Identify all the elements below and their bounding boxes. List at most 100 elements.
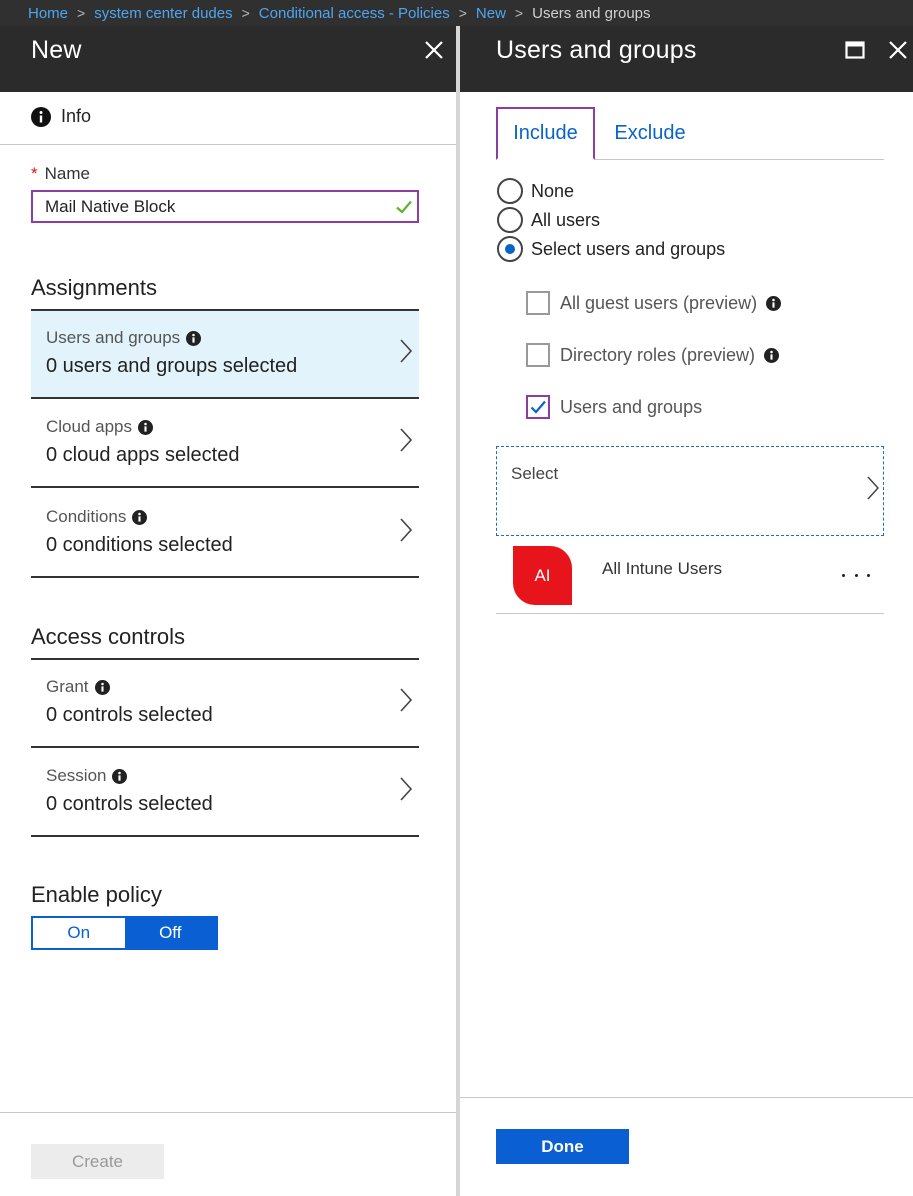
checkbox-users-and-groups[interactable]: Users and groups [526, 395, 702, 419]
avatar: AI [513, 546, 572, 605]
info-icon[interactable] [766, 295, 782, 311]
breadcrumb: Home > system center dudes > Conditional… [0, 0, 913, 26]
info-icon[interactable] [132, 509, 148, 525]
nav-item-value: 0 cloud apps selected [46, 444, 240, 466]
assignments-heading: Assignments [31, 275, 157, 300]
close-icon [889, 41, 907, 59]
nav-item-value: 0 conditions selected [46, 534, 233, 556]
create-button[interactable]: Create [31, 1144, 164, 1179]
checkbox[interactable] [526, 343, 550, 367]
nav-item-label: Users and groups [46, 328, 181, 347]
right-blade-title: Users and groups [496, 36, 697, 64]
radio-label: All users [531, 209, 601, 230]
info-icon[interactable] [764, 347, 780, 363]
maximize-icon [845, 41, 865, 59]
nav-item-title: Grant [46, 677, 110, 697]
member-name: All Intune Users [602, 559, 722, 578]
left-blade-header: New [0, 26, 456, 92]
nav-item-title: Cloud apps [46, 417, 154, 437]
more-dot [842, 573, 845, 577]
nav-item-value: 0 controls selected [46, 793, 213, 815]
checkbox[interactable] [526, 291, 550, 315]
session-item[interactable]: Session 0 controls selected [31, 749, 419, 837]
close-button[interactable] [420, 36, 448, 64]
radio-all-users[interactable]: All users [497, 207, 600, 233]
toggle-off-option[interactable]: Off [124, 918, 216, 948]
nav-item-value: 0 users and groups selected [46, 355, 298, 377]
nav-item-title: Session [46, 766, 128, 786]
footer-divider [0, 1112, 456, 1113]
select-label: Select [511, 464, 559, 483]
chevron-right-icon [400, 339, 413, 363]
enable-policy-heading: Enable policy [31, 882, 162, 907]
maximize-button[interactable] [841, 36, 869, 64]
checkbox-label: Directory roles (preview) [560, 344, 756, 365]
chevron-right-icon [400, 777, 413, 801]
more-dot [867, 573, 870, 577]
radio-button[interactable] [497, 207, 523, 233]
access-controls-heading: Access controls [31, 624, 186, 649]
info-icon[interactable] [186, 330, 202, 346]
nav-item-label: Grant [46, 677, 89, 696]
breadcrumb-current: Users and groups [532, 4, 651, 22]
info-label: Info [61, 106, 92, 126]
breadcrumb-separator-icon: > [241, 5, 250, 21]
breadcrumb-policies[interactable]: Conditional access - Policies [259, 5, 450, 22]
info-icon[interactable] [138, 419, 154, 435]
item-divider [31, 835, 419, 837]
radio-label: None [531, 180, 575, 201]
breadcrumb-separator-icon: > [77, 5, 86, 21]
info-icon[interactable] [94, 679, 110, 695]
info-icon [31, 106, 51, 127]
users-and-groups-item[interactable]: Users and groups 0 users and groups sele… [31, 311, 419, 399]
radio-button[interactable] [497, 178, 523, 204]
item-divider [31, 576, 419, 578]
breadcrumb-new[interactable]: New [476, 5, 506, 22]
info-link[interactable]: Info [31, 106, 91, 127]
divider [0, 144, 456, 145]
selected-member-row[interactable]: AI All Intune Users [496, 538, 884, 614]
nav-item-title: Conditions [46, 507, 148, 527]
more-dot [854, 573, 858, 577]
checkmark-icon [530, 400, 546, 414]
nav-item-label: Conditions [46, 507, 127, 526]
item-divider [31, 746, 419, 748]
checkbox-label: Users and groups [560, 396, 703, 417]
name-label-text: Name [44, 164, 90, 183]
nav-item-title: Users and groups [46, 328, 202, 348]
blade-divider [456, 26, 460, 1196]
chevron-right-icon [400, 428, 413, 452]
checkbox-all-guest-users[interactable]: All guest users (preview) [526, 291, 782, 315]
radio-label: Select users and groups [531, 238, 726, 259]
nav-item-value: 0 controls selected [46, 704, 213, 726]
chevron-right-icon [867, 476, 879, 500]
name-input[interactable] [31, 190, 419, 223]
name-field-label: * Name [31, 164, 90, 184]
grant-item[interactable]: Grant 0 controls selected [31, 660, 419, 748]
conditions-item[interactable]: Conditions 0 conditions selected [31, 490, 419, 578]
select-users-picker[interactable]: Select [496, 446, 884, 536]
cloud-apps-item[interactable]: Cloud apps 0 cloud apps selected [31, 400, 419, 488]
close-button[interactable] [884, 36, 912, 64]
toggle-on-option[interactable]: On [33, 918, 125, 948]
breadcrumb-tenant[interactable]: system center dudes [94, 5, 232, 22]
required-mark: * [31, 164, 38, 183]
info-icon[interactable] [112, 768, 128, 784]
checkbox-directory-roles[interactable]: Directory roles (preview) [526, 343, 780, 367]
radio-none[interactable]: None [497, 178, 574, 204]
breadcrumb-home[interactable]: Home [28, 5, 68, 22]
more-options-button[interactable] [842, 568, 870, 582]
tab-exclude[interactable]: Exclude [600, 107, 700, 160]
breadcrumb-separator-icon: > [514, 5, 524, 21]
footer-divider [460, 1097, 913, 1098]
done-button[interactable]: Done [496, 1129, 629, 1164]
tab-include[interactable]: Include [496, 107, 595, 160]
enable-policy-toggle: On Off [31, 916, 218, 950]
chevron-right-icon [400, 518, 413, 542]
breadcrumb-separator-icon: > [458, 5, 467, 21]
checkbox-checked[interactable] [526, 395, 550, 419]
checkbox-label: All guest users (preview) [560, 292, 758, 313]
radio-button-selected[interactable] [497, 236, 523, 262]
nav-item-label: Cloud apps [46, 417, 133, 436]
radio-select-users-and-groups[interactable]: Select users and groups [497, 236, 725, 262]
